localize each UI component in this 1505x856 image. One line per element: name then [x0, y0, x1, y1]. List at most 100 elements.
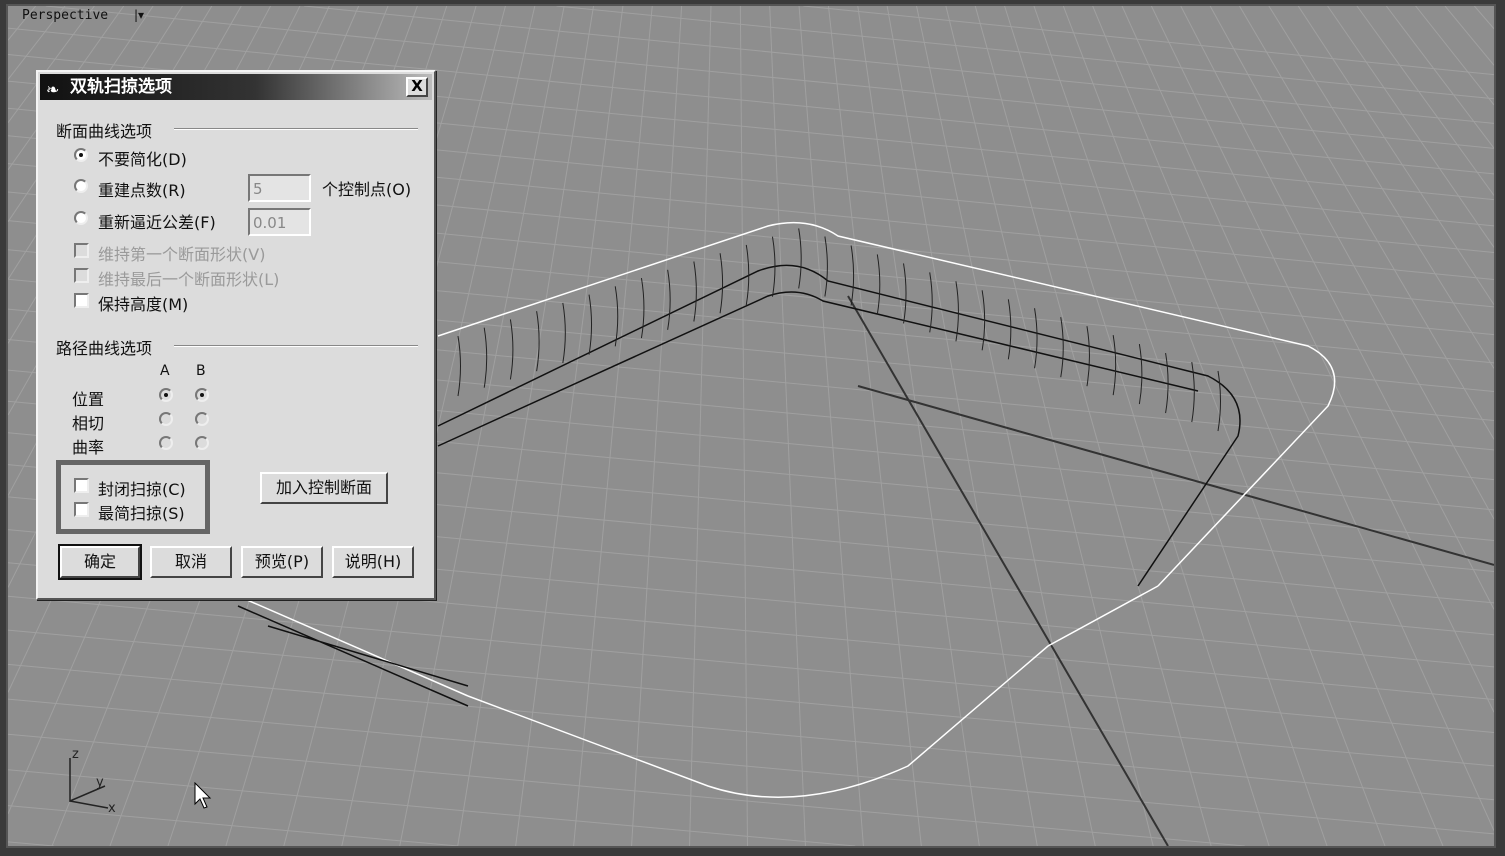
sweep2-options-dialog: ❧ 双轨扫掠选项 X 断面曲线选项 不要简化(D) 重建点数(R) 5 个控制点… — [36, 70, 436, 600]
isocurve — [1007, 299, 1012, 360]
label-rebuild: 重建点数(R) — [98, 181, 186, 200]
isocurve — [483, 327, 488, 388]
close-button[interactable]: X — [406, 77, 428, 97]
radio-rail-a-position[interactable] — [159, 388, 173, 402]
grid-line — [8, 629, 1494, 767]
divider — [174, 345, 418, 347]
isocurve — [1138, 344, 1143, 405]
row-tangent-label: 相切 — [72, 414, 105, 433]
help-button[interactable]: 说明(H) — [332, 546, 414, 578]
grid-line — [8, 698, 1494, 835]
isocurve — [824, 236, 828, 297]
ok-button[interactable]: 确定 — [58, 544, 142, 580]
checkbox-keep-last[interactable] — [74, 268, 89, 283]
y-axis-line — [847, 295, 1169, 846]
grid-line — [8, 841, 54, 846]
preview-button[interactable]: 预览(P) — [241, 546, 323, 578]
grid-line — [1180, 6, 1494, 610]
surface-edge — [437, 264, 1241, 587]
rail-curve — [467, 585, 1159, 798]
grid-line — [974, 6, 1212, 846]
grid-line — [1033, 6, 1328, 846]
isocurve — [1086, 326, 1090, 387]
isocurve — [719, 253, 724, 314]
isocurve — [850, 245, 855, 306]
column-a-label: A — [160, 363, 170, 379]
isocurve — [536, 311, 540, 372]
radio-rail-b-curvature[interactable] — [195, 436, 209, 450]
axis-y-label: y — [96, 775, 104, 790]
section-rail-heading: 路径曲线选项 — [56, 339, 153, 358]
axis-icon: z y x — [69, 747, 116, 816]
grid-line — [1268, 6, 1494, 369]
grid-line — [573, 6, 653, 846]
rhino-app-icon: ❧ — [46, 80, 60, 99]
checkbox-simple-sweep[interactable] — [74, 502, 89, 517]
grid-line — [798, 6, 864, 846]
isocurve — [1034, 308, 1038, 369]
section-curve-heading: 断面曲线选项 — [56, 122, 153, 141]
rebuild-points-input[interactable]: 5 — [248, 174, 311, 202]
axis-z-label: z — [72, 747, 79, 762]
rail-curve — [237, 595, 469, 697]
grid-line — [1209, 6, 1494, 520]
isocurve — [693, 261, 697, 322]
label-keep-first: 维持第一个断面形状(V) — [98, 245, 266, 264]
radio-rail-b-tangent[interactable] — [195, 412, 209, 426]
mouse-cursor-icon — [194, 782, 212, 809]
radio-rail-b-position[interactable] — [195, 388, 209, 402]
grid-line — [1150, 6, 1494, 713]
radio-rail-a-curvature[interactable] — [159, 436, 173, 450]
grid-line — [631, 6, 683, 846]
grid-line — [304, 6, 1494, 124]
viewport-menu-icon[interactable]: |▾ — [134, 8, 144, 22]
label-no-simplify: 不要简化(D) — [98, 150, 187, 169]
grid-line — [945, 6, 1154, 846]
checkbox-closed-sweep[interactable] — [74, 478, 89, 493]
grid-line — [556, 6, 1494, 100]
grid-line — [1004, 6, 1270, 846]
checkbox-keep-height[interactable] — [74, 293, 89, 308]
viewport-label[interactable]: Perspective — [22, 8, 108, 23]
isocurve — [667, 269, 671, 330]
isocurve — [876, 254, 881, 315]
dialog-titlebar[interactable]: ❧ 双轨扫掠选项 X — [40, 74, 432, 100]
radio-rebuild[interactable] — [74, 179, 88, 193]
grid-line — [827, 6, 922, 846]
grid-line — [1327, 6, 1494, 248]
grid-line — [8, 769, 856, 846]
isocurve — [509, 319, 514, 380]
dialog-title: 双轨扫掠选项 — [70, 77, 172, 97]
isocurve — [588, 294, 593, 355]
grid-line — [689, 6, 712, 846]
refit-tolerance-input[interactable]: 0.01 — [248, 208, 311, 236]
isocurve — [640, 277, 645, 339]
grid-line — [1062, 6, 1386, 846]
label-keep-last: 维持最后一个断面形状(L) — [98, 270, 280, 289]
row-position-label: 位置 — [72, 390, 105, 409]
grid-line — [8, 595, 1494, 734]
row-curvature-label: 曲率 — [72, 438, 105, 457]
isocurve — [1217, 370, 1221, 432]
isocurve — [903, 263, 907, 324]
surface-edge — [437, 291, 1199, 447]
grid-line — [1474, 6, 1494, 30]
radio-rail-a-tangent[interactable] — [159, 412, 173, 426]
label-control-points: 个控制点(O) — [322, 180, 412, 199]
grid-line — [1415, 6, 1494, 106]
isocurve — [798, 228, 802, 289]
isocurve — [457, 335, 461, 397]
isocurve — [929, 272, 933, 333]
grid-line — [1385, 6, 1494, 149]
radio-no-simplify[interactable] — [74, 148, 88, 162]
grid-line — [739, 6, 748, 846]
column-b-label: B — [196, 363, 206, 379]
cancel-button[interactable]: 取消 — [150, 546, 232, 578]
isocurve — [1060, 317, 1064, 378]
checkbox-keep-first[interactable] — [74, 243, 89, 258]
label-refit: 重新逼近公差(F) — [98, 213, 216, 232]
radio-refit[interactable] — [74, 211, 88, 225]
isocurve — [745, 244, 750, 306]
add-slash-button[interactable]: 加入控制断面 — [260, 472, 388, 504]
axis-x-label: x — [108, 801, 116, 816]
